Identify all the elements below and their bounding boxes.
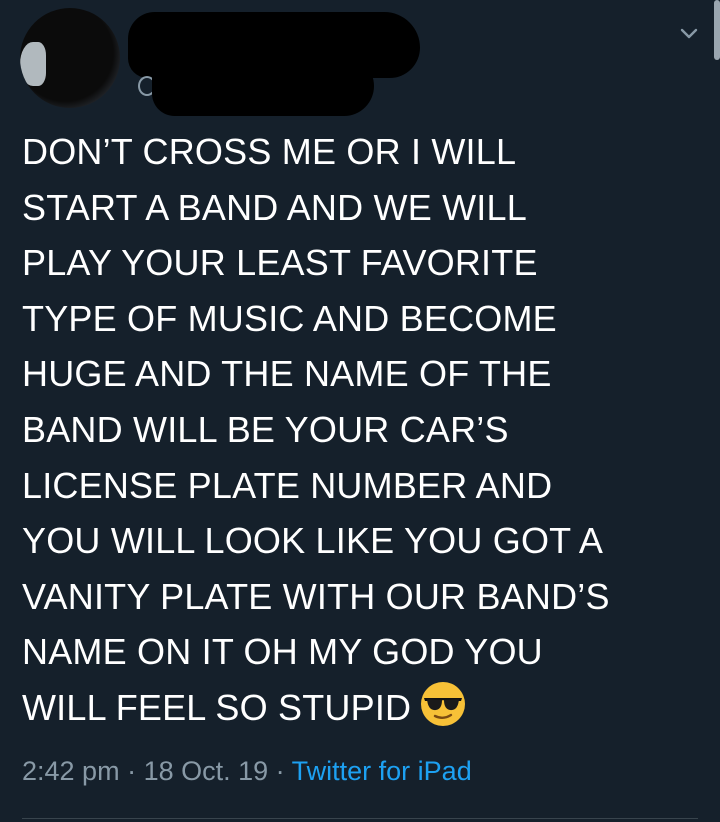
meta-separator: · [119, 756, 144, 786]
tweet-date: 18 Oct. 19 [143, 756, 269, 786]
chevron-down-icon[interactable] [678, 22, 700, 44]
avatar[interactable] [20, 8, 120, 108]
tweet-source-link[interactable]: Twitter for iPad [292, 756, 472, 786]
tweet-meta: 2:42 pm · 18 Oct. 19 · Twitter for iPad [22, 756, 472, 787]
sunglasses-emoji-icon [419, 680, 467, 728]
avatar-highlight [20, 42, 46, 86]
divider [22, 818, 698, 819]
tweet-time: 2:42 pm [22, 756, 120, 786]
tweet-body: DON’T CROSS ME OR I WILL START A BAND AN… [22, 124, 702, 736]
redacted-username [152, 56, 374, 116]
scrollbar[interactable] [714, 0, 720, 60]
tweet-text: DON’T CROSS ME OR I WILL START A BAND AN… [22, 131, 610, 728]
tweet-card: DON’T CROSS ME OR I WILL START A BAND AN… [0, 0, 720, 822]
meta-separator: · [268, 756, 292, 786]
